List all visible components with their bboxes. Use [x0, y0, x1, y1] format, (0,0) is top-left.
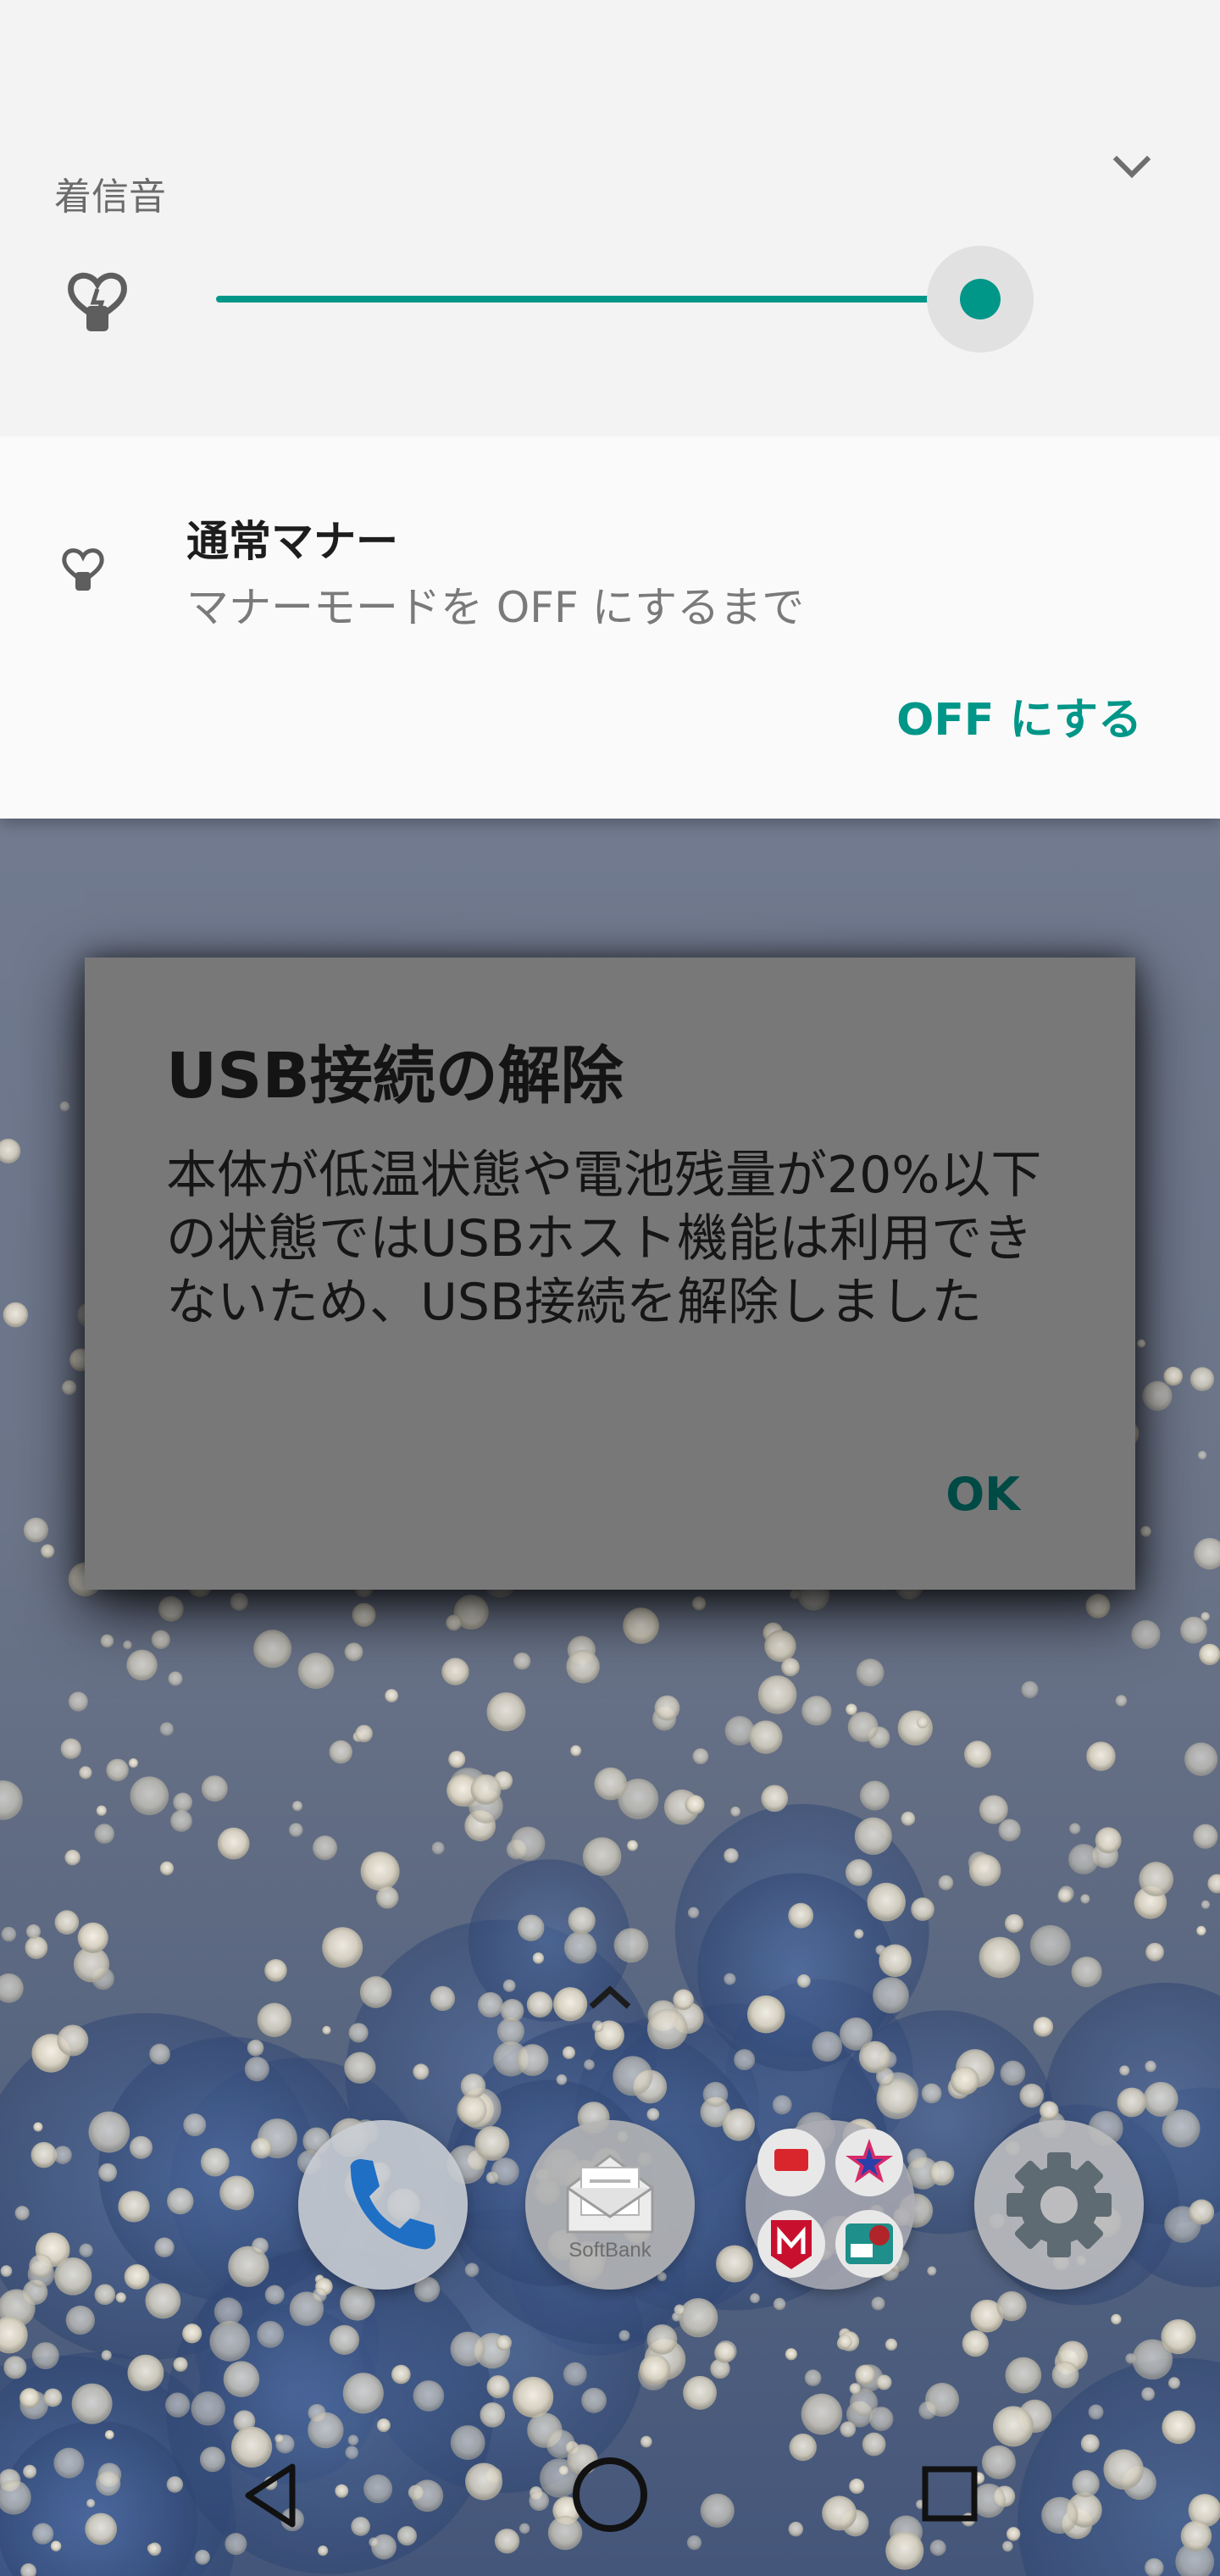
mail-icon — [566, 2154, 654, 2234]
usb-disconnect-dialog: USB接続の解除 本体が低温状態や電池残量が20%以下の状態ではUSBホスト機能… — [85, 958, 1135, 1590]
ringtone-mode-icon[interactable] — [59, 258, 136, 335]
ringtone-label: 着信音 — [54, 175, 166, 219]
settings-app-icon[interactable] — [974, 2120, 1144, 2290]
slider-track[interactable] — [216, 296, 1004, 303]
app-folder-icon[interactable] — [746, 2120, 915, 2290]
recents-icon[interactable] — [922, 2466, 978, 2522]
ringtone-volume-slider[interactable] — [216, 246, 1063, 353]
volume-panel: 着信音 通常マナー マナーモードを OFF にするまで OFF にする — [0, 0, 1220, 819]
manner-mode-icon — [62, 548, 104, 591]
dialog-title: USB接続の解除 — [166, 1040, 624, 1113]
manner-mode-subtitle: マナーモードを OFF にするまで — [186, 583, 805, 632]
manner-mode-title: 通常マナー — [186, 517, 398, 566]
gear-icon — [1006, 2152, 1112, 2257]
chevron-up-icon[interactable] — [585, 1981, 635, 2015]
ringtone-volume-section: 着信音 — [0, 0, 1220, 436]
dialog-message: 本体が低温状態や電池残量が20%以下の状態ではUSBホスト機能は利用できないため… — [166, 1146, 1042, 1332]
softbank-mail-app-icon[interactable]: SoftBank — [525, 2120, 695, 2290]
manner-mode-section: 通常マナー マナーモードを OFF にするまで OFF にする — [0, 436, 1220, 819]
app-folder-icon — [757, 2129, 903, 2278]
back-icon[interactable] — [241, 2462, 301, 2529]
phone-app-icon[interactable] — [298, 2120, 468, 2290]
turn-off-manner-mode-button[interactable]: OFF にする — [896, 684, 1142, 747]
dialog-ok-button[interactable]: OK — [946, 1468, 1020, 1521]
home-icon[interactable] — [571, 2456, 649, 2534]
softbank-label: SoftBank — [568, 2239, 652, 2262]
slider-thumb[interactable] — [960, 279, 1001, 319]
chevron-down-icon[interactable] — [1108, 144, 1156, 192]
phone-icon — [350, 2159, 435, 2250]
